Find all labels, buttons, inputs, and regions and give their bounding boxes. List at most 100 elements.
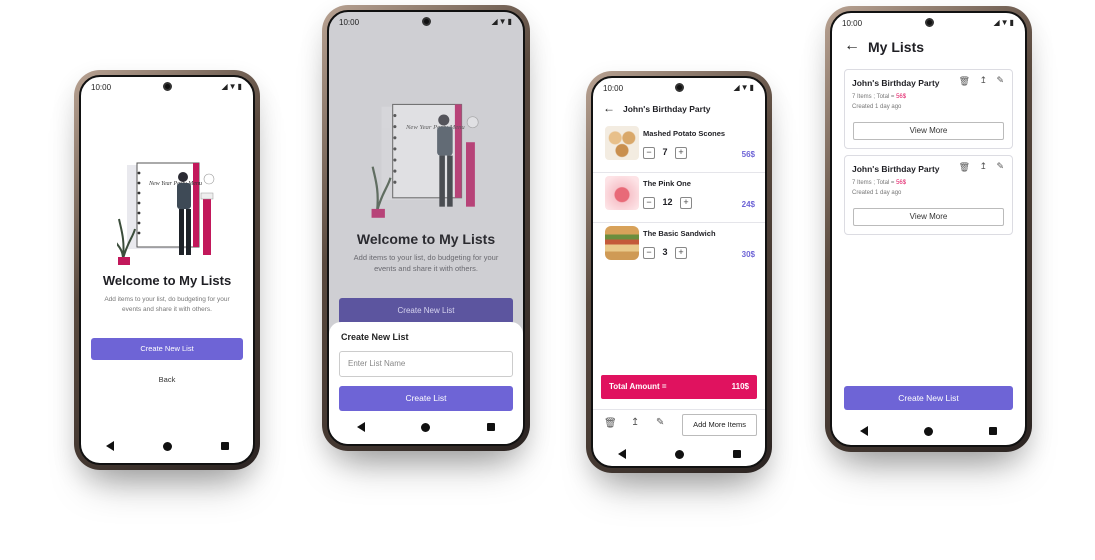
nav-recents-icon[interactable]: [732, 450, 741, 458]
welcome-title: Welcome to My Lists: [356, 231, 496, 247]
welcome-subtitle: Add items to your list, do budgeting for…: [353, 253, 499, 273]
item-quantity: 12: [662, 197, 673, 207]
header: ← John's Birthday Party: [593, 100, 765, 120]
list-item: Mashed Potato Scones − 7 + 56$: [593, 126, 765, 173]
screen-list-detail: 10:00 ◢▼▮ ← John's Birthday Party Mashed…: [591, 76, 767, 468]
status-time: 10:00: [339, 18, 360, 27]
status-bar: 10:00 ◢▼▮: [593, 78, 765, 100]
system-nav-bar: [81, 429, 253, 463]
share-icon[interactable]: ↥: [979, 75, 987, 86]
create-list-button[interactable]: Create List: [339, 386, 513, 411]
increment-button[interactable]: +: [675, 247, 688, 259]
nav-recents-icon[interactable]: [220, 442, 229, 450]
list-card-meta: 7 Items ; Total = 56$: [852, 94, 906, 100]
status-time: 10:00: [603, 84, 624, 93]
screen-my-lists: 10:00 ◢▼▮ ← My Lists John's Birthday Par…: [830, 11, 1027, 447]
list-card[interactable]: John's Birthday Party 🗑 ↥ ✎ 7 Items ; To…: [844, 69, 1013, 149]
decrement-button[interactable]: −: [643, 197, 655, 209]
system-nav-bar: [832, 417, 1025, 445]
increment-button[interactable]: +: [680, 197, 693, 209]
list-card[interactable]: John's Birthday Party 🗑 ↥ ✎ 7 Items ; To…: [844, 155, 1013, 235]
nav-home-icon[interactable]: [674, 449, 684, 459]
notebook-text: New Year Party Menu: [148, 181, 202, 187]
quantity-stepper: − 3 +: [643, 247, 688, 259]
create-new-list-button[interactable]: Create New List: [844, 386, 1013, 410]
status-time: 10:00: [842, 19, 863, 28]
status-icons: ◢▼▮: [221, 82, 243, 91]
phone-list-detail: 10:00 ◢▼▮ ← John's Birthday Party Mashed…: [586, 71, 772, 473]
edit-icon[interactable]: ✎: [996, 161, 1004, 172]
total-value: 110$: [731, 382, 749, 391]
item-quantity: 7: [662, 147, 668, 157]
screen-welcome: 10:00 ◢▼▮ New Year Party Menu Welcome to…: [79, 75, 255, 465]
item-image: [605, 226, 639, 260]
decrement-button[interactable]: −: [643, 147, 655, 159]
list-card-title: John's Birthday Party: [852, 164, 940, 174]
quantity-stepper: − 7 +: [643, 147, 688, 159]
edit-icon[interactable]: ✎: [656, 417, 664, 428]
item-image: [605, 126, 639, 160]
list-card-created: Created 1 day ago: [852, 104, 902, 110]
list-name-input[interactable]: Enter List Name: [339, 351, 513, 377]
header: ← My Lists: [832, 35, 1025, 61]
meta-text: 7 Items ; Total =: [852, 180, 897, 186]
camera-hole: [422, 17, 431, 26]
camera-hole: [924, 18, 934, 27]
edit-icon[interactable]: ✎: [996, 75, 1004, 86]
nav-home-icon[interactable]: [162, 441, 172, 451]
nav-recents-icon[interactable]: [989, 427, 997, 435]
page-title: My Lists: [868, 39, 925, 55]
camera-hole: [163, 82, 172, 91]
nav-recents-icon[interactable]: [486, 423, 495, 431]
phone-my-lists: 10:00 ◢▼▮ ← My Lists John's Birthday Par…: [825, 6, 1032, 452]
trash-icon[interactable]: 🗑: [604, 418, 617, 429]
camera-hole: [675, 83, 684, 92]
nav-home-icon[interactable]: [924, 426, 933, 436]
share-icon[interactable]: ↥: [979, 161, 987, 172]
list-card-created: Created 1 day ago: [852, 190, 902, 196]
status-icons: ◢▼▮: [491, 17, 513, 26]
total-label: Total Amount =: [609, 382, 667, 391]
nav-back-icon[interactable]: [860, 426, 868, 436]
share-icon[interactable]: ↥: [631, 417, 639, 428]
back-arrow-icon[interactable]: ←: [603, 101, 615, 115]
decrement-button[interactable]: −: [643, 247, 655, 259]
nav-back-icon[interactable]: [617, 449, 626, 459]
item-image: [605, 176, 639, 210]
nav-back-icon[interactable]: [105, 441, 114, 451]
increment-button[interactable]: +: [675, 147, 688, 159]
status-bar: 10:00 ◢▼▮: [81, 77, 253, 99]
status-bar: 10:00 ◢▼▮: [329, 12, 523, 34]
trash-icon[interactable]: 🗑: [959, 162, 970, 173]
back-button[interactable]: Back: [81, 375, 253, 384]
nav-home-icon[interactable]: [421, 422, 431, 432]
add-more-items-button[interactable]: Add More Items: [682, 414, 757, 436]
item-name: Mashed Potato Scones: [643, 129, 726, 138]
list-card-title: John's Birthday Party: [852, 78, 940, 88]
item-name: The Basic Sandwich: [643, 229, 716, 238]
total-amount-bar: Total Amount = 110$: [601, 375, 757, 399]
view-more-button[interactable]: View More: [853, 122, 1004, 140]
phone-welcome: 10:00 ◢▼▮ New Year Party Menu Welcome to…: [74, 70, 260, 470]
trash-icon[interactable]: 🗑: [959, 76, 970, 87]
status-bar: 10:00 ◢▼▮: [832, 13, 1025, 35]
list-title: John's Birthday Party: [623, 104, 711, 114]
illustration-notebook-man: New Year Party Menu: [117, 162, 215, 265]
list-card-meta: 7 Items ; Total = 56$: [852, 180, 906, 186]
notebook-text: New Year Party Menu: [405, 124, 465, 131]
meta-text: 7 Items ; Total =: [852, 94, 897, 100]
nav-back-icon[interactable]: [357, 422, 366, 432]
create-new-list-button: Create New List: [339, 298, 513, 324]
status-icons: ◢▼▮: [733, 83, 755, 92]
list-item: The Pink One − 12 + 24$: [593, 176, 765, 223]
item-price: 24$: [741, 200, 755, 209]
create-new-list-button[interactable]: Create New List: [91, 338, 243, 360]
illustration-notebook-man: New Year Party Menu: [371, 103, 479, 218]
view-more-button[interactable]: View More: [853, 208, 1004, 226]
back-arrow-icon[interactable]: ←: [844, 37, 860, 55]
item-quantity: 3: [662, 247, 668, 257]
quantity-stepper: − 12 +: [643, 197, 693, 209]
list-item: The Basic Sandwich − 3 + 30$: [593, 226, 765, 272]
item-price: 56$: [741, 150, 755, 159]
status-icons: ◢▼▮: [993, 18, 1015, 27]
